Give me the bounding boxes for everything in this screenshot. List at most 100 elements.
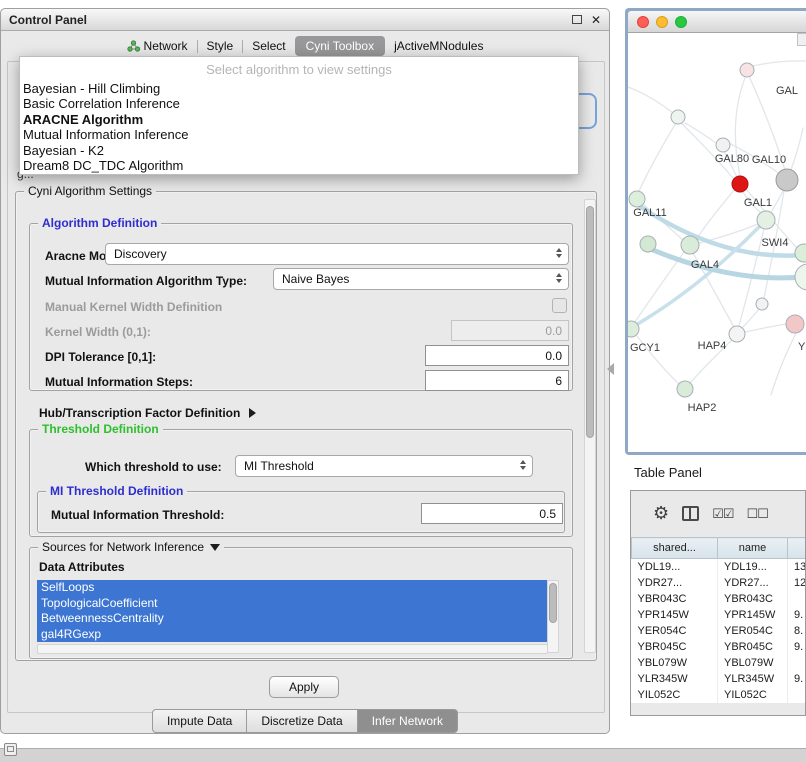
algorithm-option[interactable]: Mutual Information Inference [20,127,578,142]
network-node[interactable] [629,191,645,207]
table-row[interactable]: YIL052CYIL052C [632,687,806,703]
network-node[interactable] [795,244,806,262]
table-cell[interactable]: 9. [788,639,806,655]
table-cell[interactable]: YDR27... [718,575,788,591]
data-attribute-item[interactable]: gal4RGexp [37,627,547,643]
table-row[interactable]: YBR045CYBR045C9. [632,639,806,655]
tab-jactivemnodules[interactable]: jActiveMNodules [385,36,492,56]
network-window-titlebar[interactable] [628,11,806,33]
table-cell[interactable]: YLR345W [718,671,788,687]
close-traffic-light-icon[interactable] [637,16,649,28]
network-node[interactable] [757,211,775,229]
table-row[interactable]: YLR345WYLR345W9. [632,671,806,687]
table-cell[interactable]: YBR043C [718,591,788,607]
network-node[interactable] [681,236,699,254]
network-node[interactable] [756,298,768,310]
select-columns-icon[interactable]: ☑☑ [712,507,733,520]
table-cell[interactable]: YPR145W [632,607,718,623]
gear-icon[interactable]: ⚙ [653,504,669,522]
table-cell[interactable]: YLR345W [632,671,718,687]
network-node[interactable] [677,381,693,397]
table-cell[interactable]: YER054C [718,623,788,639]
table-cell[interactable]: YIL052C [718,687,788,703]
algorithm-option[interactable]: Basic Correlation Inference [20,96,578,111]
network-node[interactable] [795,264,806,290]
dpi-tolerance-field[interactable]: 0.0 [425,345,569,366]
table-row[interactable]: YDL19...YDL19...13 [632,559,806,576]
table-row[interactable]: YER054CYER054C8. [632,623,806,639]
table-cell[interactable]: YIL052C [632,687,718,703]
mi-steps-field[interactable]: 6 [425,370,569,391]
bottom-tab-infer-network[interactable]: Infer Network [358,709,458,733]
network-node[interactable] [786,315,804,333]
table-cell[interactable]: YBL079W [632,655,718,671]
mi-threshold-field[interactable]: 0.5 [421,503,563,524]
table-row[interactable]: YDR27...YDR27...12 [632,575,806,591]
data-attribute-item[interactable]: TopologicalCoefficient [37,596,547,612]
scrollbar-thumb[interactable] [586,206,594,438]
algorithm-option[interactable]: Dream8 DC_TDC Algorithm [20,158,578,173]
table-cell[interactable]: YBR045C [632,639,718,655]
table-cell[interactable]: 8. [788,623,806,639]
manual-kernel-checkbox[interactable] [552,298,567,313]
table-cell[interactable]: YER054C [632,623,718,639]
expand-arrow-icon[interactable] [249,408,256,418]
minimized-window-icon[interactable] [4,743,17,756]
table-row[interactable]: YBL079WYBL079W [632,655,806,671]
network-node[interactable] [640,236,656,252]
network-node[interactable] [732,176,748,192]
table-cell[interactable]: 9. [788,671,806,687]
table-cell[interactable]: YDL19... [718,559,788,576]
data-attribute-item[interactable]: BetweennessCentrality [37,611,547,627]
bottom-tab-discretize-data[interactable]: Discretize Data [247,709,357,733]
minimize-traffic-light-icon[interactable] [656,16,668,28]
tab-style[interactable]: Style [198,36,243,56]
table-cell[interactable]: YBR043C [632,591,718,607]
table-cell[interactable]: YBL079W [718,655,788,671]
tab-select[interactable]: Select [243,36,294,56]
table-cell[interactable]: 13 [788,559,806,576]
aracne-mode-combobox[interactable]: Discovery [105,243,569,265]
network-node[interactable] [729,326,745,342]
settings-vertical-scrollbar[interactable] [584,199,596,653]
collapse-arrow-icon[interactable] [210,544,220,551]
columns-icon[interactable] [682,506,699,521]
network-node[interactable] [776,169,798,191]
table-cell[interactable] [788,687,806,703]
mi-type-combobox[interactable]: Naive Bayes [273,268,569,290]
table-cell[interactable]: YPR145W [718,607,788,623]
network-node[interactable] [740,63,754,77]
algorithm-option[interactable]: Bayesian - K2 [20,143,578,158]
attributes-horizontal-scrollbar[interactable] [37,644,548,654]
network-node[interactable] [671,110,685,124]
algorithm-option[interactable]: ARACNE Algorithm [20,112,578,127]
table-cell[interactable]: YBR045C [718,639,788,655]
table-row[interactable]: YPR145WYPR145W9. [632,607,806,623]
column-header[interactable] [788,538,806,559]
table-cell[interactable] [788,655,806,671]
float-window-icon[interactable] [572,15,582,24]
table-cell[interactable] [788,591,806,607]
algorithm-option[interactable]: Bayesian - Hill Climbing [20,81,578,96]
table-cell[interactable]: YDL19... [632,559,718,576]
tab-cyni-toolbox[interactable]: Cyni Toolbox [295,36,385,56]
which-threshold-combobox[interactable]: MI Threshold [235,455,533,477]
table-cell[interactable]: 9. [788,607,806,623]
close-icon[interactable]: ✕ [591,14,601,26]
network-scrollbar-stub[interactable] [797,33,806,46]
scrollbar-thumb[interactable] [549,583,557,623]
tab-network[interactable]: Network [118,36,197,56]
table-cell[interactable]: YDR27... [632,575,718,591]
panel-collapse-arrow-icon[interactable] [607,363,614,375]
deselect-columns-icon[interactable]: ☐☐ [746,507,767,520]
network-canvas[interactable]: GALGAL80GAL10GAL11GAL1SWI4GAL4GCY1HAP4YH… [628,33,806,452]
apply-button[interactable]: Apply [269,676,339,698]
control-panel-titlebar[interactable]: Control Panel ✕ [1,9,609,31]
column-header[interactable]: name [718,538,788,559]
network-node[interactable] [628,321,639,337]
data-attribute-item[interactable]: SelfLoops [37,580,547,596]
hub-definition-toggle[interactable]: Hub/Transcription Factor Definition [39,406,256,420]
column-header[interactable]: shared... [632,538,718,559]
table-row[interactable]: YBR043CYBR043C [632,591,806,607]
attributes-vertical-scrollbar[interactable] [547,580,559,653]
